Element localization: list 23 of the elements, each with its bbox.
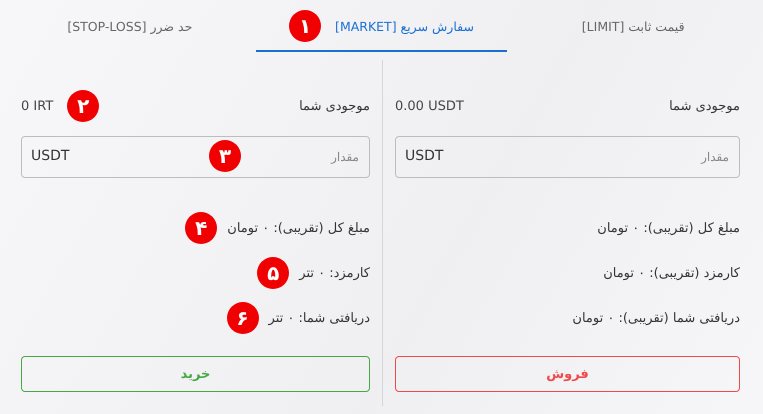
number-badge: ۳ <box>209 140 241 172</box>
summary-text: کارمزد (تقریبی): ۰ تومان <box>603 266 740 280</box>
summary-text: مبلغ کل (تقریبی): ۰ تومان <box>597 220 740 236</box>
number-badge: ۲ <box>67 90 100 122</box>
balance-value: 0.00 USDT <box>395 98 464 114</box>
unit-label: USDT <box>31 148 70 164</box>
number-badge: ۶ <box>226 302 259 334</box>
balance-value: 0 IRT <box>21 98 54 114</box>
buy-button[interactable]: خرید <box>21 356 370 392</box>
balance-label: موجودی شما <box>669 98 740 114</box>
number-badge: ۵ <box>257 257 290 289</box>
tab[interactable]: سفارش سریع [MARKET] ۱ <box>256 2 508 52</box>
number-badge: ۱ <box>289 10 322 42</box>
sell-button[interactable]: فروش <box>395 356 740 392</box>
summary-text: دریافتی شما: ۰ تتر <box>268 310 370 326</box>
balance-label: موجودی شما <box>299 98 370 114</box>
summary-text: کارمزد: ۰ تتر <box>299 266 370 280</box>
unit-label: USDT <box>405 148 444 164</box>
number-badge: ۴ <box>185 212 218 244</box>
summary-text: مبلغ کل (تقریبی): ۰ تومان <box>227 220 370 236</box>
summary-text: دریافتی شما (تقریبی): ۰ تومان <box>572 310 740 326</box>
tab[interactable]: قیمت ثابت [LIMIT] <box>507 2 759 52</box>
tab[interactable]: حد ضرر [STOP-LOSS] <box>4 2 256 52</box>
